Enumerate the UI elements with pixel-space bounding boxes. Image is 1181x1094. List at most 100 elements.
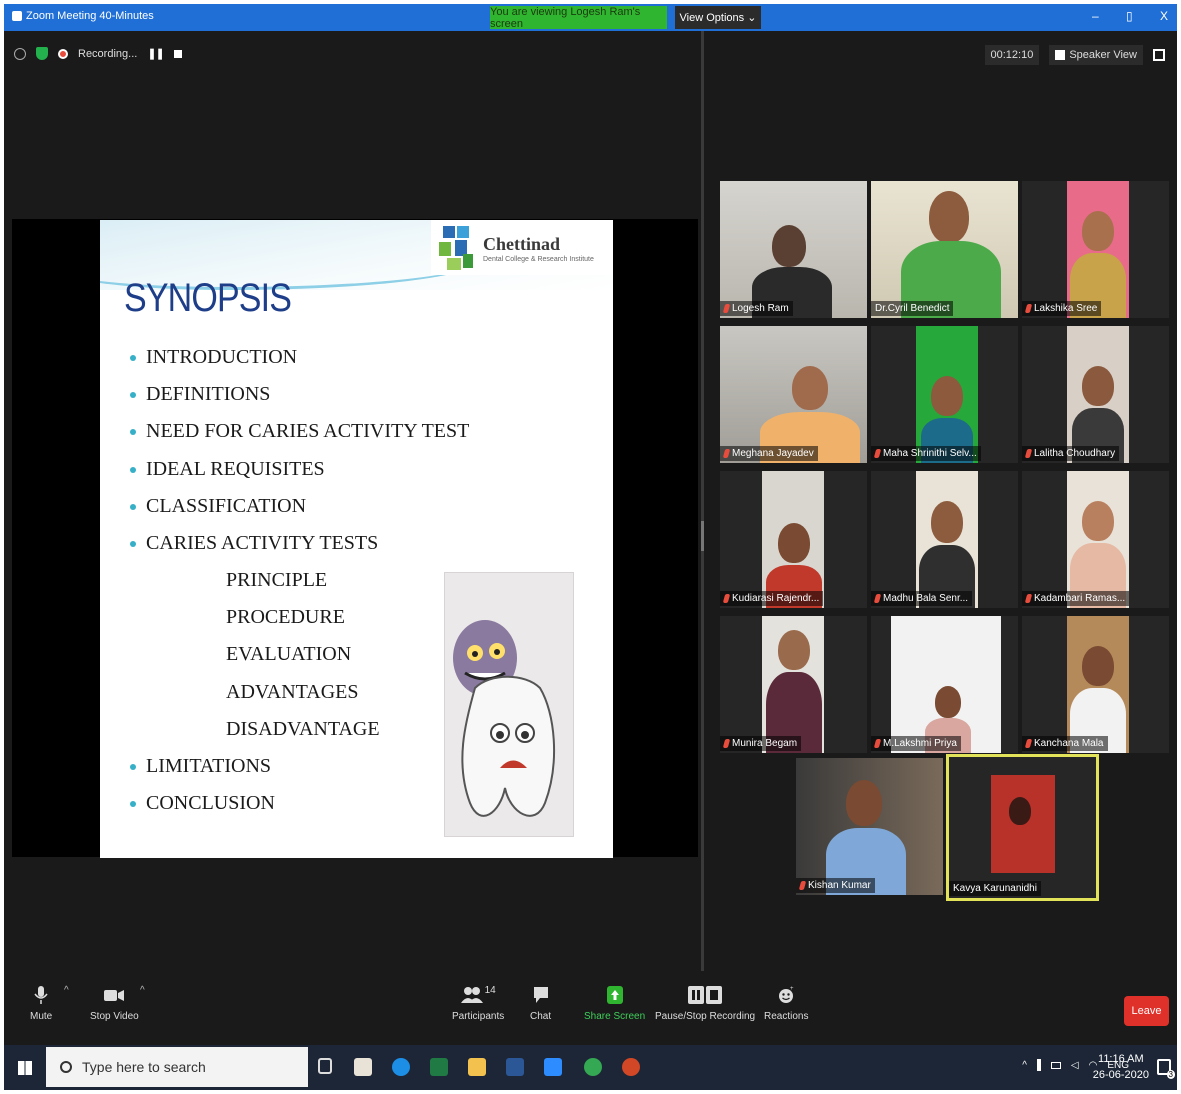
- bullet-item: NEED FOR CARIES ACTIVITY TEST: [130, 420, 469, 443]
- stop-recording-icon[interactable]: [173, 49, 182, 58]
- participants-label: Participants: [452, 1011, 505, 1022]
- participant-tile[interactable]: Maha Shrinithi Selv...: [871, 326, 1018, 463]
- participant-tile[interactable]: Lalitha Choudhary: [1022, 326, 1169, 463]
- participant-face: [792, 366, 828, 410]
- mic-muted-icon: [873, 594, 882, 603]
- windows-start-icon[interactable]: [18, 1061, 32, 1075]
- participant-face: [1082, 501, 1114, 541]
- logo-subtitle: Dental College & Research Institute: [483, 256, 594, 263]
- fullscreen-icon[interactable]: [1153, 49, 1165, 61]
- chrome-icon[interactable]: [584, 1058, 602, 1076]
- bullet-text: CARIES ACTIVITY TESTS: [146, 532, 379, 554]
- security-shield-icon[interactable]: [36, 47, 48, 60]
- participant-face: [846, 780, 882, 826]
- info-icon[interactable]: [14, 47, 26, 60]
- participant-name-text: Maha Shrinithi Selv...: [883, 448, 977, 459]
- pause-stop-recording-label: Pause/Stop Recording: [655, 1011, 756, 1022]
- pause-stop-icon: [688, 986, 723, 1004]
- participant-tile[interactable]: M.Lakshmi Priya: [871, 616, 1018, 753]
- sub-bullet-item: PROCEDURE: [226, 606, 345, 628]
- participant-tile[interactable]: Meghana Jayadev: [720, 326, 867, 463]
- participant-name: Maha Shrinithi Selv...: [871, 446, 981, 461]
- clock-time: 11:16 AM: [1098, 1053, 1144, 1065]
- task-view-icon[interactable]: [318, 1058, 332, 1074]
- speaker-view-button[interactable]: Speaker View: [1049, 45, 1143, 65]
- stop-video-button[interactable]: Stop Video: [90, 985, 139, 1022]
- participant-face: [778, 630, 810, 670]
- close-button[interactable]: X: [1160, 9, 1168, 23]
- app-icon-generic[interactable]: [354, 1058, 372, 1076]
- microphone-icon: [34, 986, 48, 1004]
- taskbar-clock[interactable]: 11:16 AM 26-06-2020: [1093, 1051, 1149, 1083]
- participant-face: [931, 376, 963, 416]
- participant-name-text: Madhu Bala Senr...: [883, 593, 969, 604]
- participant-name: Lakshika Sree: [1022, 301, 1102, 316]
- active-speaker-tile[interactable]: Kavya Karunanidhi: [946, 754, 1099, 901]
- stop-video-label: Stop Video: [90, 1011, 139, 1022]
- taskbar-search-input[interactable]: Type here to search: [46, 1047, 308, 1087]
- view-options-button[interactable]: View Options ⌄: [675, 6, 761, 29]
- mic-muted-icon: [1024, 449, 1033, 458]
- participant-name: Munira Begam: [720, 736, 802, 751]
- participant-tile[interactable]: Logesh Ram: [720, 181, 867, 318]
- chat-button[interactable]: Chat: [530, 985, 551, 1022]
- word-icon[interactable]: [506, 1058, 524, 1076]
- bullet-text: CLASSIFICATION: [146, 495, 307, 517]
- pen-icon[interactable]: [1036, 1059, 1041, 1071]
- participant-name: Kadambari Ramas...: [1022, 591, 1130, 606]
- notification-center-icon[interactable]: 3: [1157, 1059, 1175, 1079]
- mic-muted-icon: [722, 304, 731, 313]
- recording-bar: Recording... ❚❚: [14, 47, 182, 60]
- recording-label: Recording...: [78, 47, 138, 60]
- tray-chevron-icon[interactable]: ^: [1022, 1060, 1027, 1071]
- meeting-timer: 00:12:10: [984, 45, 1040, 65]
- leave-meeting-button[interactable]: Leave: [1124, 996, 1169, 1026]
- pause-stop-recording-button[interactable]: Pause/Stop Recording: [655, 985, 755, 1022]
- splitter-handle[interactable]: [701, 521, 704, 551]
- participant-name: Meghana Jayadev: [720, 446, 818, 461]
- participant-name-text: Kavya Karunanidhi: [953, 883, 1037, 894]
- participant-tile[interactable]: Kishan Kumar: [796, 758, 943, 895]
- windows-taskbar: Type here to search ^ ◁ ◠ ENG 11:16 AM 2…: [4, 1045, 1177, 1090]
- participant-name-text: M.Lakshmi Priya: [883, 738, 957, 749]
- participants-button[interactable]: 14 Participants: [452, 985, 504, 1022]
- caries-tooth-illustration: [444, 572, 574, 837]
- participant-tile[interactable]: Kanchana Mala: [1022, 616, 1169, 753]
- edge-browser-icon[interactable]: [392, 1058, 410, 1076]
- pause-recording-icon[interactable]: ❚❚: [147, 47, 164, 60]
- maximize-button[interactable]: ▯: [1126, 9, 1133, 23]
- slide-title: SYNOPSIS: [124, 276, 292, 320]
- volume-icon[interactable]: ◁: [1071, 1060, 1079, 1071]
- excel-icon[interactable]: [430, 1058, 448, 1076]
- participant-tile[interactable]: Kadambari Ramas...: [1022, 471, 1169, 608]
- file-explorer-icon[interactable]: [468, 1058, 486, 1076]
- chettinad-logo-icon: [439, 226, 473, 270]
- participant-tile[interactable]: Kudiarasi Rajendr...: [720, 471, 867, 608]
- participant-tile[interactable]: Munira Begam: [720, 616, 867, 753]
- notification-count: 3: [1166, 1070, 1175, 1079]
- bullet-dot-icon: [130, 800, 136, 807]
- powerpoint-icon[interactable]: [622, 1058, 640, 1076]
- mute-button[interactable]: Mute: [30, 985, 52, 1022]
- video-options-chevron-icon[interactable]: ^: [140, 985, 145, 996]
- battery-icon[interactable]: [1050, 1061, 1061, 1069]
- sub-bullet-item: ADVANTAGES: [226, 681, 359, 703]
- bullet-item: DEFINITIONS: [130, 383, 270, 406]
- view-splitter[interactable]: [701, 31, 704, 971]
- participant-name: Madhu Bala Senr...: [871, 591, 973, 606]
- audio-options-chevron-icon[interactable]: ^: [64, 985, 69, 996]
- share-screen-button[interactable]: Share Screen: [584, 985, 645, 1022]
- share-screen-label: Share Screen: [584, 1011, 646, 1022]
- participant-name-text: Munira Begam: [732, 738, 798, 749]
- bullet-dot-icon: [130, 466, 136, 473]
- participant-name-text: Meghana Jayadev: [732, 448, 814, 459]
- participant-face: [772, 225, 806, 267]
- participant-tile[interactable]: Dr.Cyril Benedict: [871, 181, 1018, 318]
- participant-tile[interactable]: Madhu Bala Senr...: [871, 471, 1018, 608]
- reactions-button[interactable]: + Reactions: [764, 985, 808, 1022]
- minimize-button[interactable]: –: [1092, 9, 1099, 23]
- participant-tile[interactable]: Lakshika Sree: [1022, 181, 1169, 318]
- logo-name: Chettinad: [483, 234, 561, 254]
- meeting-window: Recording... ❚❚ 00:12:10 Speaker View Ch…: [4, 31, 1177, 1045]
- zoom-taskbar-icon[interactable]: [544, 1058, 562, 1076]
